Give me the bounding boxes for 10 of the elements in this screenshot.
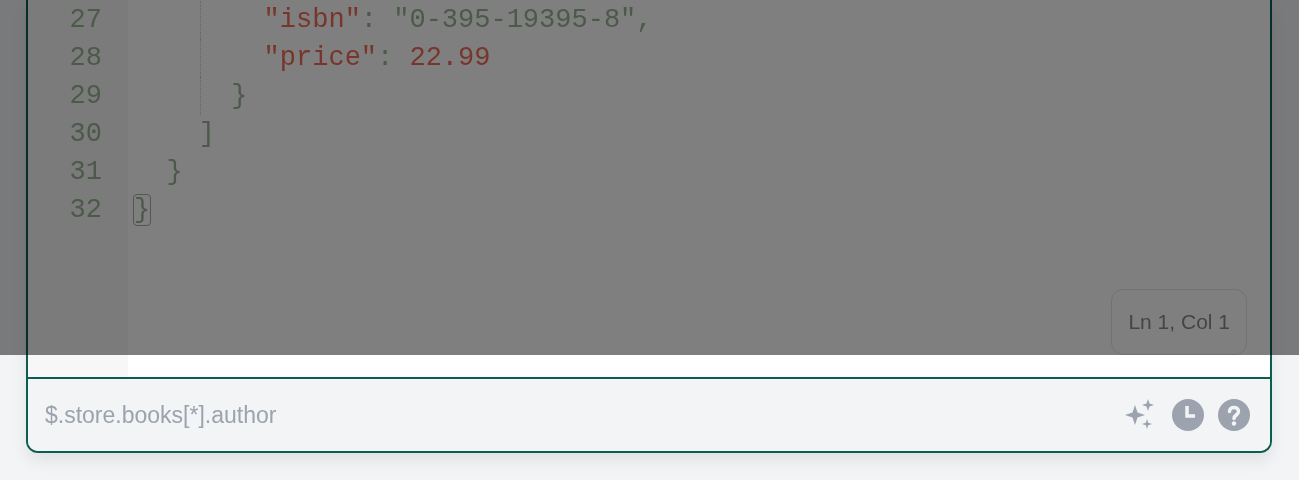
history-icon[interactable] xyxy=(1172,399,1204,431)
cursor-position-badge: Ln 1, Col 1 xyxy=(1111,289,1247,355)
code-line: } xyxy=(134,195,151,225)
code-line: "price": 22.99 xyxy=(262,43,491,73)
code-line: } xyxy=(165,157,183,187)
query-field[interactable]: $.store.books[*].author xyxy=(45,397,1122,433)
query-bar[interactable]: $.store.books[*].author xyxy=(28,377,1270,451)
code-line: } xyxy=(230,81,248,111)
help-icon[interactable] xyxy=(1218,399,1250,431)
code-line: ] xyxy=(197,119,215,149)
